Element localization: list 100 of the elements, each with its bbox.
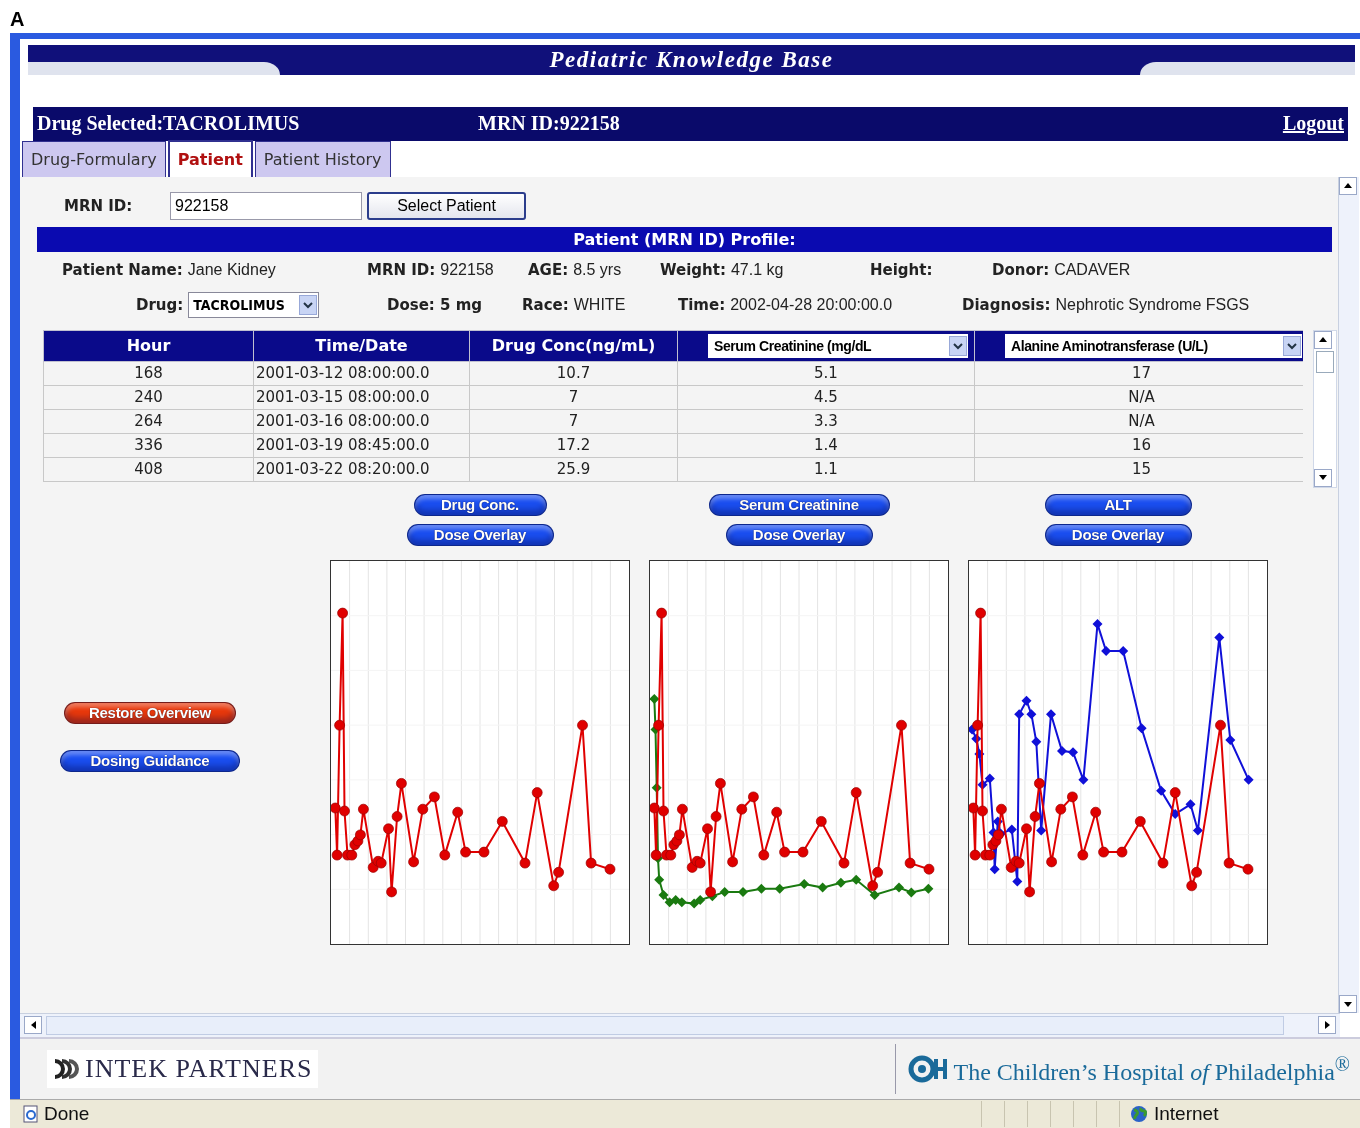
select-patient-button[interactable]: Select Patient xyxy=(367,191,526,220)
data-point xyxy=(984,773,995,784)
data-point xyxy=(1101,645,1112,656)
data-point xyxy=(531,787,543,798)
chart-button[interactable]: ALT xyxy=(1044,493,1192,516)
data-point xyxy=(992,816,1003,827)
table-cell: 264 xyxy=(43,409,254,434)
data-point xyxy=(996,803,1007,815)
data-point xyxy=(383,823,394,834)
scroll-right-button[interactable] xyxy=(1318,1016,1336,1035)
data-point xyxy=(738,886,748,897)
logout-link[interactable]: Logout xyxy=(1282,112,1344,136)
table-cell: 2001-03-15 08:00:00.0 xyxy=(253,385,470,410)
data-point xyxy=(339,805,350,817)
horizontal-scrollbar[interactable] xyxy=(20,1013,1340,1038)
table-cell: 17.2 xyxy=(469,433,678,458)
tab[interactable]: Patient History xyxy=(254,140,391,177)
chart-button[interactable]: Dose Overlay xyxy=(406,523,554,546)
field-value: 8.5 yrs xyxy=(573,260,622,279)
data-point xyxy=(1046,856,1057,868)
scroll-down-button[interactable] xyxy=(1314,468,1332,487)
pill-button[interactable]: Dosing Guidance xyxy=(60,749,240,772)
data-point xyxy=(835,877,846,888)
data-point xyxy=(355,829,366,841)
mrn-input-field[interactable]: 922158 xyxy=(170,191,362,220)
data-point xyxy=(1090,806,1102,818)
table-cell: 10.7 xyxy=(469,361,678,386)
data-point xyxy=(1169,787,1181,798)
data-point xyxy=(736,803,748,815)
data-point xyxy=(1078,774,1089,785)
data-point xyxy=(408,856,419,868)
data-point xyxy=(695,894,706,905)
data-point xyxy=(984,849,996,861)
field-value: Nephrotic Syndrome FSGS xyxy=(1055,295,1250,314)
scroll-down-button[interactable] xyxy=(1339,995,1357,1014)
data-point xyxy=(705,886,716,898)
data-point xyxy=(719,886,730,897)
drug-dropdown[interactable]: TACROLIMUS xyxy=(188,291,320,318)
data-point xyxy=(904,857,916,869)
data-point xyxy=(799,878,810,889)
field-label: Drug: xyxy=(136,295,184,314)
field-label: MRN ID: xyxy=(367,260,436,279)
vertical-scrollbar[interactable] xyxy=(1313,329,1337,488)
table-cell: 16 xyxy=(974,433,1303,458)
scroll-thumb[interactable] xyxy=(1316,350,1334,373)
data-point xyxy=(968,802,979,814)
data-point xyxy=(1225,734,1236,745)
data-point xyxy=(677,803,688,815)
data-point xyxy=(758,849,770,861)
table-cell: 25.9 xyxy=(469,457,678,482)
data-point xyxy=(346,849,358,861)
data-point xyxy=(656,607,667,619)
data-point xyxy=(1242,863,1254,875)
field-label: Diagnosis: xyxy=(962,295,1051,314)
globe-icon xyxy=(1130,1105,1148,1124)
table-cell: 15 xyxy=(974,457,1303,482)
chart-button[interactable]: Serum Creatinine xyxy=(708,493,890,516)
table-cell: 1.1 xyxy=(677,457,975,482)
data-point xyxy=(923,883,934,894)
data-point xyxy=(1092,618,1103,629)
scroll-up-button[interactable] xyxy=(1314,330,1332,349)
scroll-up-button[interactable] xyxy=(1339,176,1357,195)
data-point xyxy=(1055,803,1067,815)
data-point xyxy=(391,811,403,822)
page-icon xyxy=(22,1105,40,1124)
data-point xyxy=(1057,745,1067,756)
field-value: CADAVER xyxy=(1054,260,1131,279)
data-point xyxy=(676,897,687,908)
field-label: MRN ID: xyxy=(64,196,134,215)
column-header: Drug Conc(ng/mL) xyxy=(469,330,678,362)
tab[interactable]: Patient xyxy=(167,139,253,177)
data-point xyxy=(334,719,345,731)
left-arrow-icon xyxy=(30,1021,36,1030)
tab[interactable]: Drug-Formulary xyxy=(22,140,166,177)
data-point xyxy=(977,805,988,817)
column-dropdown[interactable]: Alanine Aminotransferase (U/L) xyxy=(1005,333,1302,358)
data-point xyxy=(906,887,917,898)
column-dropdown[interactable]: Serum Creatinine (mg/dL xyxy=(708,333,968,358)
table-cell: 2001-03-19 08:45:00.0 xyxy=(253,433,470,458)
vertical-scrollbar[interactable] xyxy=(1338,176,1359,1014)
table-cell: 1.4 xyxy=(677,433,975,458)
data-point xyxy=(330,802,341,814)
data-point xyxy=(872,866,883,878)
data-point xyxy=(969,849,981,861)
mrn-text: MRN ID:922158 xyxy=(478,112,621,136)
table-cell: 17 xyxy=(974,361,1303,386)
data-point xyxy=(1024,886,1035,898)
up-arrow-icon xyxy=(1344,183,1352,189)
chart-button[interactable]: Drug Conc. xyxy=(413,493,547,516)
table-cell: 7 xyxy=(469,409,678,434)
data-point xyxy=(1186,880,1198,891)
data-point xyxy=(1021,823,1032,834)
data-point xyxy=(896,719,907,731)
pill-button[interactable]: Restore Overview xyxy=(64,701,236,724)
chart-button[interactable]: Dose Overlay xyxy=(725,523,873,546)
table-cell: N/A xyxy=(974,409,1303,434)
down-arrow-icon xyxy=(1344,1001,1352,1007)
scroll-left-button[interactable] xyxy=(24,1016,42,1035)
data-point xyxy=(850,787,862,798)
chart-button[interactable]: Dose Overlay xyxy=(1044,523,1192,546)
